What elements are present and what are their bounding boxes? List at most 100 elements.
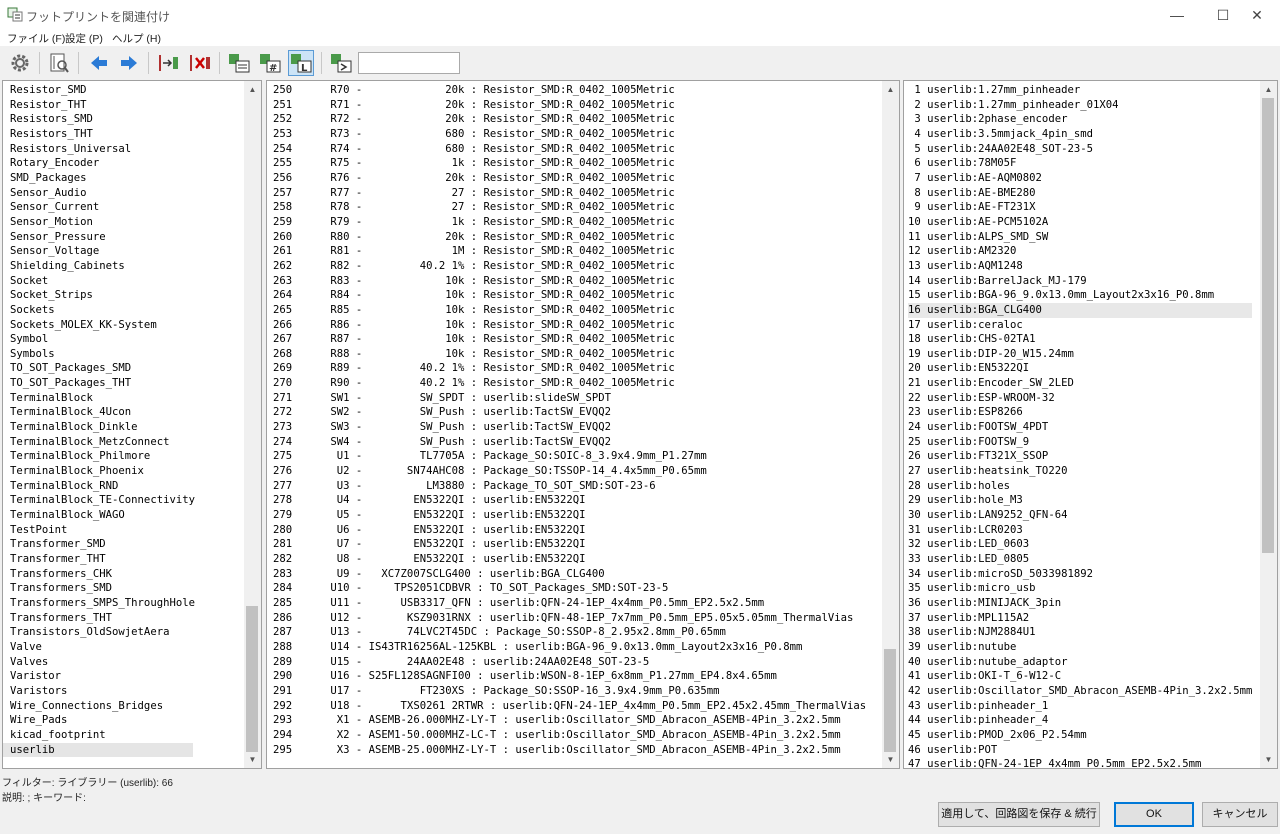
footprint-item[interactable]: 47 userlib:QFN-24-1EP_4x4mm_P0.5mm_EP2.5… [908,757,1252,768]
footprint-item[interactable]: 19 userlib:DIP-20_W15.24mm [908,347,1252,362]
footprint-item[interactable]: 39 userlib:nutube [908,640,1252,655]
footprint-item[interactable]: 30 userlib:LAN9252_QFN-64 [908,508,1252,523]
footprint-item[interactable]: 29 userlib:hole_M3 [908,493,1252,508]
component-row[interactable]: 270 R90 - 40.2 1% : Resistor_SMD:R_0402_… [273,376,866,391]
footprint-item[interactable]: 23 userlib:ESP8266 [908,405,1252,420]
component-row[interactable]: 292 U18 - TXS0261 2RTWR : userlib:QFN-24… [273,699,866,714]
library-item[interactable]: Resistors_THT [3,127,195,142]
component-row[interactable]: 275 U1 - TL7705A : Package_SO:SOIC-8_3.9… [273,449,866,464]
footprint-item[interactable]: 18 userlib:CHS-02TA1 [908,332,1252,347]
footprint-item[interactable]: 24 userlib:FOOTSW_4PDT [908,420,1252,435]
library-item[interactable]: Resistor_SMD [3,83,195,98]
library-item[interactable]: Valve [3,640,195,655]
library-item[interactable]: TerminalBlock_Philmore [3,449,195,464]
footprint-item[interactable]: 38 userlib:NJM2884U1 [908,625,1252,640]
scroll-up-icon[interactable]: ▲ [1260,81,1277,98]
component-row[interactable]: 273 SW3 - SW_Push : userlib:TactSW_EVQQ2 [273,420,866,435]
library-list-panel[interactable]: Resistor_SMD Resistor_THT Resistors_SMD Res… [2,80,262,769]
library-item[interactable]: Sockets_MOLEX_KK-System [3,318,195,333]
cancel-button[interactable]: キャンセル [1202,802,1278,827]
library-item[interactable]: Resistor_THT [3,98,195,113]
footprint-item[interactable]: 13 userlib:AQM1248 [908,259,1252,274]
library-item[interactable]: Sockets [3,303,195,318]
component-row[interactable]: 251 R71 - 20k : Resistor_SMD:R_0402_1005… [273,98,866,113]
library-item[interactable]: TerminalBlock_4Ucon [3,405,195,420]
component-row[interactable]: 265 R85 - 10k : Resistor_SMD:R_0402_1005… [273,303,866,318]
footprint-item[interactable]: 44 userlib:pinheader_4 [908,713,1252,728]
library-item[interactable]: Transistors_OldSowjetAera [3,625,195,640]
footprint-scrollbar[interactable]: ▲ ▼ [1260,81,1277,768]
footprint-item[interactable]: 40 userlib:nutube_adaptor [908,655,1252,670]
component-scrollbar[interactable]: ▲ ▼ [882,81,899,768]
component-row[interactable]: 293 X1 - ASEMB-26.000MHZ-LY-T : userlib:… [273,713,866,728]
footprint-item[interactable]: 6 userlib:78M05F [908,156,1252,171]
component-row[interactable]: 263 R83 - 10k : Resistor_SMD:R_0402_1005… [273,274,866,289]
component-row[interactable]: 276 U2 - SN74AHC08 : Package_SO:TSSOP-14… [273,464,866,479]
footprint-item[interactable]: 17 userlib:ceraloc [908,318,1252,333]
minimize-button[interactable]: — [1154,0,1200,30]
footprint-item[interactable]: 20 userlib:EN5322QI [908,361,1252,376]
footprint-item[interactable]: 2 userlib:1.27mm_pinheader_01X04 [908,98,1252,113]
component-row[interactable]: 287 U13 - 74LVC2T45DC : Package_SO:SSOP-… [273,625,866,640]
library-item[interactable]: Transformers_THT [3,611,195,626]
footprint-item[interactable]: 42 userlib:Oscillator_SMD_Abracon_ASEMB-… [908,684,1252,699]
component-row[interactable]: 254 R74 - 680 : Resistor_SMD:R_0402_1005… [273,142,866,157]
component-row[interactable]: 272 SW2 - SW_Push : userlib:TactSW_EVQQ2 [273,405,866,420]
footprint-item[interactable]: 28 userlib:holes [908,479,1252,494]
menu-help[interactable]: ヘルプ (H) [112,31,161,46]
library-item[interactable]: kicad_footprint [3,728,195,743]
footprint-item[interactable]: 16 userlib:BGA_CLG400 [908,302,1253,318]
scroll-down-icon[interactable]: ▼ [882,751,899,768]
component-row[interactable]: 286 U12 - KSZ9031RNX : userlib:QFN-48-1E… [273,611,866,626]
component-row[interactable]: 250 R70 - 20k : Resistor_SMD:R_0402_1005… [273,83,866,98]
filter-text-input[interactable] [358,52,460,74]
footprint-item[interactable]: 43 userlib:pinheader_1 [908,699,1252,714]
component-row[interactable]: 257 R77 - 27 : Resistor_SMD:R_0402_1005M… [273,186,866,201]
footprint-item[interactable]: 8 userlib:AE-BME280 [908,186,1252,201]
library-scrollbar[interactable]: ▲ ▼ [244,81,261,768]
footprint-item[interactable]: 37 userlib:MPL115A2 [908,611,1252,626]
footprint-item[interactable]: 10 userlib:AE-PCM5102A [908,215,1252,230]
component-row[interactable]: 291 U17 - FT230XS : Package_SO:SSOP-16_3… [273,684,866,699]
component-row[interactable]: 253 R73 - 680 : Resistor_SMD:R_0402_1005… [273,127,866,142]
library-item[interactable]: Transformer_THT [3,552,195,567]
library-item[interactable]: Sensor_Motion [3,215,195,230]
filter-by-keyword-icon[interactable] [226,50,252,76]
library-item[interactable]: Socket_Strips [3,288,195,303]
footprint-item[interactable]: 35 userlib:micro_usb [908,581,1252,596]
ok-button[interactable]: OK [1114,802,1194,827]
component-row[interactable]: 295 X3 - ASEMB-25.000MHZ-LY-T : userlib:… [273,743,866,758]
component-row[interactable]: 252 R72 - 20k : Resistor_SMD:R_0402_1005… [273,112,866,127]
component-row[interactable]: 256 R76 - 20k : Resistor_SMD:R_0402_1005… [273,171,866,186]
component-row[interactable]: 290 U16 - S25FL128SAGNFI00 : userlib:WSO… [273,669,866,684]
footprint-item[interactable]: 9 userlib:AE-FT231X [908,200,1252,215]
footprint-item[interactable]: 31 userlib:LCR0203 [908,523,1252,538]
footprint-item[interactable]: 46 userlib:POT [908,743,1252,758]
scrollbar-thumb[interactable] [1262,98,1274,553]
scroll-up-icon[interactable]: ▲ [882,81,899,98]
filter-by-pin-count-icon[interactable]: # [257,50,283,76]
component-row[interactable]: 259 R79 - 1k : Resistor_SMD:R_0402_1005M… [273,215,866,230]
footprint-item[interactable]: 33 userlib:LED_0805 [908,552,1252,567]
component-row[interactable]: 255 R75 - 1k : Resistor_SMD:R_0402_1005M… [273,156,866,171]
footprint-item[interactable]: 5 userlib:24AA02E48_SOT-23-5 [908,142,1252,157]
library-item[interactable]: TerminalBlock_Phoenix [3,464,195,479]
footprint-item[interactable]: 12 userlib:AM2320 [908,244,1252,259]
footprint-item[interactable]: 45 userlib:PMOD_2x06_P2.54mm [908,728,1252,743]
component-row[interactable]: 266 R86 - 10k : Resistor_SMD:R_0402_1005… [273,318,866,333]
footprint-item[interactable]: 7 userlib:AE-AQM0802 [908,171,1252,186]
library-item[interactable]: Varistor [3,669,195,684]
menu-file[interactable]: ファイル (F) [7,31,65,46]
component-row[interactable]: 294 X2 - ASEM1-50.000MHZ-LC-T : userlib:… [273,728,866,743]
component-row[interactable]: 261 R81 - 1M : Resistor_SMD:R_0402_1005M… [273,244,866,259]
component-row[interactable]: 271 SW1 - SW_SPDT : userlib:slideSW_SPDT [273,391,866,406]
arrow-left-icon[interactable] [86,50,112,76]
library-item[interactable]: Sensor_Current [3,200,195,215]
library-item[interactable]: Transformers_SMPS_ThroughHole [3,596,195,611]
menu-settings[interactable]: 設定 (P) [65,31,103,46]
footprint-item[interactable]: 25 userlib:FOOTSW_9 [908,435,1252,450]
library-browser-icon[interactable] [46,50,72,76]
library-item[interactable]: Transformers_SMD [3,581,195,596]
library-item[interactable]: Sensor_Voltage [3,244,195,259]
library-item[interactable]: TestPoint [3,523,195,538]
